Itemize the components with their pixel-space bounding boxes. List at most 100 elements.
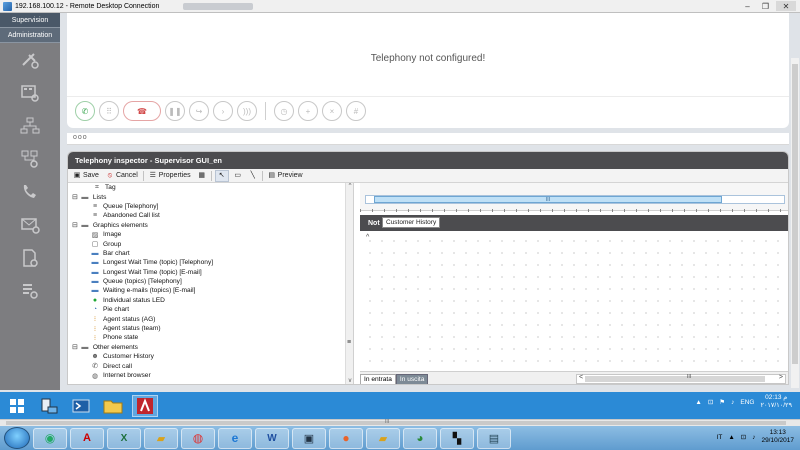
language-indicator[interactable]: IT xyxy=(717,434,723,441)
remove-call-button[interactable]: × xyxy=(322,101,342,121)
page-scroll-thumb[interactable] xyxy=(792,64,798,364)
chrome-app-icon[interactable]: ◍ xyxy=(181,427,215,449)
close-button[interactable]: ✕ xyxy=(776,1,796,11)
tray-volume-icon[interactable]: ♪ xyxy=(731,399,734,406)
tree-item[interactable]: ⌗ Tag xyxy=(68,183,353,192)
word-app-icon[interactable]: W xyxy=(255,427,289,449)
tree-item[interactable]: ▬ Waiting e-mails (topics) [E-mail] xyxy=(68,286,353,295)
tab-in-uscita[interactable]: In uscita xyxy=(395,373,429,384)
powershell-icon[interactable] xyxy=(68,395,94,417)
document-gear-icon[interactable] xyxy=(0,241,60,274)
start-orb-icon[interactable] xyxy=(4,427,30,449)
hold-button[interactable]: ❚❚ xyxy=(165,101,185,121)
preview-button[interactable]: ▤ Preview xyxy=(266,170,305,182)
excel-app-icon[interactable]: X xyxy=(107,427,141,449)
tree-item[interactable]: ⁝ Agent status (AG) xyxy=(68,314,353,324)
tree-item[interactable]: ▨ Image xyxy=(68,230,353,239)
scroll-down-arrow[interactable]: v xyxy=(346,378,353,384)
tree-item[interactable]: ☻ Customer History xyxy=(68,352,353,361)
maximize-button[interactable]: ❐ xyxy=(758,1,773,11)
tab-in-entrata[interactable]: In entrata xyxy=(360,373,396,384)
snip-app-icon[interactable]: ▚ xyxy=(440,427,474,449)
page-scrollbar[interactable] xyxy=(791,58,799,388)
canvas-horizontal-scroll[interactable]: III xyxy=(365,195,785,204)
save-button[interactable]: ▣ Save xyxy=(71,170,101,182)
pdf-app-icon[interactable]: A xyxy=(70,427,104,449)
tree-item[interactable]: ▢ Group xyxy=(68,239,353,249)
panel-gear-icon[interactable] xyxy=(0,76,60,109)
keypad-button[interactable]: ⠿ xyxy=(99,101,119,121)
tree-item[interactable]: ▬ Queue (topics) [Telephony] xyxy=(68,277,353,286)
org-chart-icon[interactable] xyxy=(0,109,60,142)
tree-item[interactable]: ▬ Longest Wait Time (topic) [Telephony] xyxy=(68,258,353,267)
windows-start-icon[interactable] xyxy=(4,395,30,417)
tasks-gear-icon[interactable] xyxy=(0,274,60,307)
tree-item[interactable]: ▬ Bar chart xyxy=(68,249,353,258)
conference-button[interactable]: ))) xyxy=(237,101,257,121)
folder-icon[interactable] xyxy=(100,395,126,417)
tree-expander-icon[interactable]: ⊟ xyxy=(72,343,78,351)
tree-item[interactable]: ● Individual status LED xyxy=(68,296,353,305)
ipdcc-app-icon[interactable] xyxy=(132,394,158,417)
dtmf-button[interactable]: # xyxy=(346,101,366,121)
tree-item[interactable]: ⊟ ▬ Graphics elements xyxy=(68,221,353,230)
collapsed-panel-bar[interactable]: ooo xyxy=(67,133,789,145)
canvas-bottom-scroll[interactable]: < III > xyxy=(576,374,786,384)
canvas-grid[interactable] xyxy=(360,231,788,371)
transfer-button[interactable]: ↪ xyxy=(189,101,209,121)
tree-item[interactable]: ⁝ Agent status (team) xyxy=(68,324,353,333)
properties-button[interactable]: ☰ Properties xyxy=(147,170,193,182)
hang-up-button[interactable]: ☎ xyxy=(123,101,161,121)
folder-app-icon[interactable]: ▰ xyxy=(366,427,400,449)
rdp-app-icon[interactable]: ▣ xyxy=(292,427,326,449)
remote-desktop-app-icon[interactable]: ▤ xyxy=(477,427,511,449)
tree-item[interactable]: ⁝ Phone state xyxy=(68,333,353,342)
line-tool-button[interactable]: ╲ xyxy=(247,170,259,182)
tray-up-arrow-icon[interactable]: ▲ xyxy=(695,399,701,406)
consult-transfer-button[interactable]: › xyxy=(213,101,233,121)
tray-flag-icon[interactable]: ⚑ xyxy=(719,398,725,406)
scroll-up-arrow[interactable]: ^ xyxy=(346,183,353,191)
timer-button[interactable]: ◷ xyxy=(274,101,294,121)
rdp-horizontal-scrollbar[interactable]: III xyxy=(0,419,800,426)
rdp-scroll-thumb[interactable] xyxy=(6,421,786,425)
firefox-app-icon[interactable]: ● xyxy=(329,427,363,449)
tree-item[interactable]: ◍ Internet browser xyxy=(68,371,353,380)
select-tool-button[interactable]: ↖ xyxy=(214,169,229,182)
language-indicator[interactable]: ENG xyxy=(740,399,754,406)
tree-expander-icon[interactable]: ⊟ xyxy=(72,193,78,201)
local-clock[interactable]: 13:13 29/10/2017 xyxy=(761,429,794,445)
tree-item[interactable]: ≡ Abandoned Call list xyxy=(68,211,353,220)
tree-item[interactable]: ✆ Direct call xyxy=(68,361,353,371)
scroll-right-arrow[interactable]: > xyxy=(779,374,783,381)
phone-gear-icon[interactable] xyxy=(0,175,60,208)
tree-item[interactable]: ≡ Queue [Telephony] xyxy=(68,202,353,211)
tray-network-icon[interactable]: ⊡ xyxy=(741,433,746,441)
bottom-scroll-thumb[interactable] xyxy=(585,376,765,382)
tree-expander-icon[interactable]: ⊟ xyxy=(72,221,78,229)
minimize-button[interactable]: – xyxy=(740,1,755,11)
remote-clock[interactable]: 02:13 م ٢٠١٧/١٠/٢٩ xyxy=(760,394,792,410)
expand-dots[interactable]: ooo xyxy=(73,134,88,141)
ie-app-icon[interactable]: e xyxy=(218,427,252,449)
tree-item[interactable]: ⊟ ▬ Lists xyxy=(68,192,353,202)
globe-app-icon[interactable]: ◕ xyxy=(403,427,437,449)
tree-item[interactable]: ⊟ ▬ Other elements xyxy=(68,343,353,352)
tray-volume-icon[interactable]: ♪ xyxy=(752,434,755,441)
cancel-button[interactable]: ⦸ Cancel xyxy=(104,170,140,182)
add-call-button[interactable]: + xyxy=(298,101,318,121)
tab-supervision[interactable]: Supervision xyxy=(0,13,60,28)
network-gear-icon[interactable] xyxy=(0,142,60,175)
tree-scrollbar[interactable]: ^ ≡ v xyxy=(345,183,353,384)
scroll-left-arrow[interactable]: < xyxy=(579,374,583,381)
mail-gear-icon[interactable] xyxy=(0,208,60,241)
tray-network-icon[interactable]: ⊡ xyxy=(708,398,713,406)
answer-call-button[interactable]: ✆ xyxy=(75,101,95,121)
folder-sync-app-icon[interactable]: ▰ xyxy=(144,427,178,449)
tools-gear-icon[interactable] xyxy=(0,43,60,76)
tray-up-arrow-icon[interactable]: ▲ xyxy=(728,434,734,441)
server-manager-icon[interactable] xyxy=(36,395,62,417)
rectangle-tool-button[interactable]: ▭ xyxy=(232,170,244,182)
canvas-scroll-thumb[interactable]: III xyxy=(374,196,722,203)
design-canvas[interactable]: III Not Customer History ^ In entrata In… xyxy=(360,183,788,384)
